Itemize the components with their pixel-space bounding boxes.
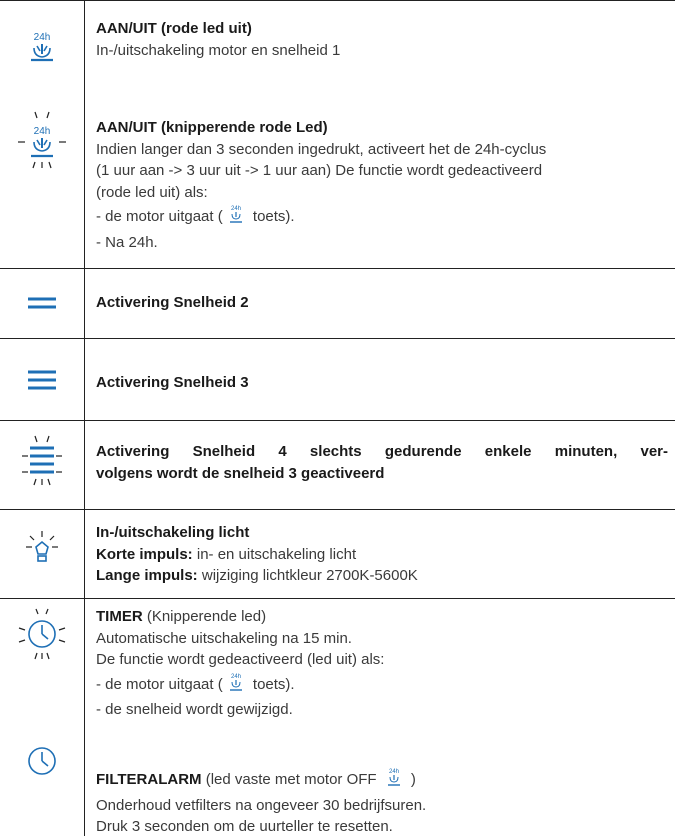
row-text: - Na 24h. [96, 233, 158, 251]
row-text-with-icon: - de motor uitgaat (24h toets). [96, 203, 668, 232]
row-title: volgens wordt de snelheid 3 geactiveerd [96, 464, 385, 482]
row-divider [0, 420, 675, 421]
row-speed-4: Activering Snelheid 4 slechts gedurende … [96, 441, 668, 484]
row-divider [0, 338, 675, 339]
row-timer: TIMER (Knipperende led) Automatische uit… [96, 606, 668, 721]
row-text: Indien langer dan 3 seconden ingedrukt, … [96, 140, 547, 158]
row-text: (1 uur aan -> 3 uur uit -> 1 uur aan) De… [96, 162, 543, 179]
fan-24h-inline-icon: 24h [225, 203, 247, 232]
row-divider [0, 268, 675, 269]
speed-4-icon [14, 432, 70, 496]
row-divider [0, 0, 675, 1]
row-text: De functie wordt gedeactiveerd (led uit)… [96, 651, 385, 668]
speed-2-icon [14, 288, 70, 318]
fan-24h-inline-icon: 24h [383, 766, 405, 795]
row-on-off: AAN/UIT (rode led uit) In-/uitschakeling… [96, 18, 668, 61]
row-divider [0, 509, 675, 510]
row-title: AAN/UIT (knipperende rode Led) [96, 119, 328, 136]
row-text: Automatische uitschakeling na 15 min. [96, 629, 352, 647]
svg-text:24h: 24h [34, 126, 51, 137]
row-title: AAN/UIT (rode led uit) [96, 20, 252, 37]
row-text: - de snelheid wordt gewijzigd. [96, 701, 293, 718]
timer-blinking-icon [14, 608, 70, 664]
svg-text:24h: 24h [231, 674, 241, 680]
row-text: (rode led uit) als: [96, 183, 208, 201]
row-title: TIMER (Knipperende led) [96, 608, 267, 625]
row-text: Korte impuls: in- en uitschakeling licht [96, 545, 357, 563]
svg-text:24h: 24h [389, 769, 399, 775]
row-text: Onderhoud vetfilters na ongeveer 30 bedr… [96, 796, 427, 814]
fan-24h-blinking-icon: 24h [14, 110, 70, 188]
speed-3-icon [14, 364, 70, 396]
row-filter-alarm: FILTERALARM (led vaste met motor OFF 24h… [96, 766, 668, 838]
filter-alarm-icon [14, 743, 70, 779]
row-title: FILTERALARM (led vaste met motor OFF 24h… [96, 766, 668, 795]
row-speed-3: Activering Snelheid 3 [96, 372, 668, 394]
row-text: Druk 3 seconden om de uurteller te reset… [96, 818, 393, 835]
row-text-with-icon: - de motor uitgaat (24h toets). [96, 671, 668, 700]
row-text: Lange impuls: wijziging lichtkleur 2700K… [96, 567, 418, 584]
column-divider [84, 0, 85, 836]
fan-24h-inline-icon: 24h [225, 671, 247, 700]
fan-24h-icon: 24h [14, 26, 70, 70]
row-title: In-/uitschakeling licht [96, 524, 250, 541]
row-divider [0, 598, 675, 599]
row-title: Activering Snelheid 4 slechts gedurende … [96, 443, 668, 460]
instruction-table: 24h AAN/UIT (rode led uit) In-/uitschake… [0, 0, 675, 836]
row-title: Activering Snelheid 2 [96, 294, 249, 311]
row-speed-2: Activering Snelheid 2 [96, 292, 668, 314]
svg-text:24h: 24h [231, 206, 241, 212]
row-light: In-/uitschakeling licht Korte impuls: in… [96, 522, 668, 587]
row-on-off-blinking: AAN/UIT (knipperende rode Led) Indien la… [96, 117, 668, 253]
row-title: Activering Snelheid 3 [96, 374, 249, 391]
svg-text:24h: 24h [34, 32, 51, 43]
row-text: In-/uitschakeling motor en snelheid 1 [96, 41, 341, 59]
light-icon [14, 528, 70, 568]
